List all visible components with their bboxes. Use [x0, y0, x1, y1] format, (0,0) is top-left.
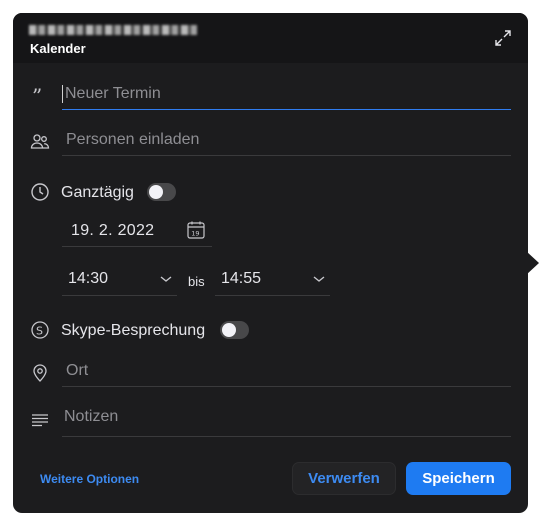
chevron-down-icon	[160, 276, 172, 282]
skype-meeting-toggle[interactable]	[220, 321, 249, 339]
discard-button[interactable]: Verwerfen	[292, 462, 396, 495]
skype-icon: S	[30, 320, 50, 340]
notes-input[interactable]: Notizen	[62, 403, 511, 437]
notes-icon	[30, 409, 50, 429]
invite-people-input[interactable]: Personen einladen	[62, 126, 511, 156]
skype-meeting-label: Skype-Besprechung	[61, 322, 206, 339]
location-input[interactable]: Ort	[62, 357, 511, 387]
event-title-input[interactable]: Neuer Termin	[62, 80, 511, 110]
event-title-placeholder: Neuer Termin	[65, 85, 161, 102]
clock-icon	[30, 182, 50, 202]
location-pin-icon	[30, 363, 50, 383]
calendar-title: Kalender	[30, 41, 86, 56]
invite-placeholder: Personen einladen	[66, 131, 200, 148]
quote-icon: ”	[30, 84, 50, 108]
svg-text:19: 19	[191, 230, 199, 238]
all-day-toggle[interactable]	[147, 183, 176, 201]
end-time-select[interactable]: 14:55	[215, 263, 330, 296]
save-button[interactable]: Speichern	[406, 462, 511, 495]
start-time-select[interactable]: 14:30	[62, 263, 177, 296]
dialog-header: Kalender	[13, 13, 528, 63]
svg-text:”: ”	[32, 86, 42, 106]
all-day-label: Ganztägig	[61, 184, 134, 201]
toggle-knob	[222, 323, 236, 337]
account-name-redacted	[29, 25, 197, 35]
date-picker[interactable]: 19. 2. 2022 19	[62, 214, 212, 247]
chevron-down-icon	[313, 276, 325, 282]
svg-text:S: S	[36, 325, 43, 338]
end-time-value: 14:55	[221, 270, 262, 287]
time-separator: bis	[188, 274, 205, 289]
new-event-dialog: Kalender ” Neuer Termin Personen einlade…	[13, 13, 528, 513]
people-icon	[30, 131, 50, 151]
date-value: 19. 2. 2022	[71, 222, 155, 239]
popover-pointer	[526, 251, 539, 275]
notes-placeholder: Notizen	[64, 408, 119, 425]
start-time-value: 14:30	[68, 270, 109, 287]
expand-icon[interactable]	[494, 29, 512, 47]
calendar-icon[interactable]: 19	[186, 220, 206, 240]
toggle-knob	[149, 185, 163, 199]
location-placeholder: Ort	[66, 362, 89, 379]
text-cursor	[62, 84, 63, 103]
more-options-link[interactable]: Weitere Optionen	[40, 472, 139, 486]
